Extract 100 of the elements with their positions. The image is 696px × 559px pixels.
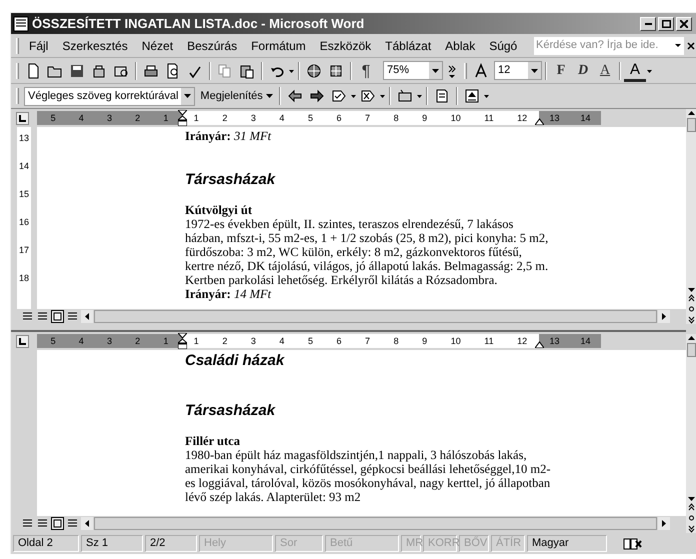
ruler-number: 1 <box>163 336 168 346</box>
status-item: 2/2 <box>145 535 197 552</box>
tab-selector-button[interactable] <box>16 334 29 348</box>
ruler-number: 9 <box>422 336 428 346</box>
scroll-right-icon[interactable] <box>658 517 670 530</box>
print-icon <box>143 62 159 78</box>
status-item: Magyar <box>527 535 607 552</box>
horizontal-scroll-thumb[interactable] <box>94 517 657 530</box>
vertical-scrollbar[interactable] <box>686 334 696 533</box>
horizontal-scroll-thumb[interactable] <box>94 310 657 323</box>
ruler-number: 3 <box>106 336 112 346</box>
vertical-scrollbar[interactable] <box>686 109 696 324</box>
print-view-icon[interactable] <box>51 310 64 323</box>
more-buttons-icon[interactable] <box>447 62 457 78</box>
menu-item[interactable]: Ablak <box>438 36 482 54</box>
menu-item[interactable]: Szerkesztés <box>55 36 135 54</box>
show-menu-button[interactable]: Megjelenítés <box>197 86 276 106</box>
menu-item[interactable]: Beszúrás <box>180 36 244 54</box>
close-icon <box>680 20 688 28</box>
caret-icon <box>675 44 681 47</box>
ruler-number: 18 <box>18 272 29 285</box>
ruler-number: 13 <box>549 114 560 122</box>
menu-item[interactable]: Fájl <box>22 36 56 54</box>
status-item: BŐV <box>459 535 489 552</box>
zoom-combo[interactable]: 75% <box>383 61 443 80</box>
listing-title: Kútvölgyi út <box>185 203 252 217</box>
ruler-number: 5 <box>308 114 313 122</box>
scroll-thumb[interactable] <box>686 118 696 132</box>
section-heading: Társasházak <box>185 402 276 420</box>
ruler-number: 1 <box>194 336 199 346</box>
close-icon[interactable] <box>687 42 695 50</box>
comment-icon <box>396 88 413 104</box>
status-item: MR <box>401 535 421 552</box>
section-heading: Társasházak <box>185 171 276 189</box>
font-size-combo[interactable]: 12 <box>494 61 542 80</box>
print-view-icon[interactable] <box>51 517 64 530</box>
display-mode-combo[interactable]: Végleges szöveg korrektúrával <box>24 86 196 106</box>
ruler-number: 11 <box>484 114 494 122</box>
indent-marker-icon[interactable] <box>178 110 187 126</box>
right-indent-icon[interactable] <box>535 118 544 125</box>
paragraph-marks-button[interactable]: ¶ <box>355 60 377 82</box>
browse-buttons-icon[interactable] <box>686 294 696 324</box>
minimize-button[interactable] <box>640 16 656 30</box>
scroll-up-icon[interactable] <box>686 334 696 343</box>
status-item: Betű <box>325 535 399 552</box>
listing-description: 1980-ban épült ház magasföldszintjén,1 nappali, 3 hálószobás lakás, amerikai konyhával, cirkófűtéssel, gépkocsi beállási lehetőséggel,10 m2- es loggiával, tárolóval, közös mosókonyhával, nagy kerttel, jó állapotban lévő szép lakás. Alapterület: 93 m2 <box>185 448 551 504</box>
menu-item[interactable]: Eszközök <box>312 36 378 54</box>
tab-stop-icon <box>19 114 26 122</box>
ruler-number: 16 <box>18 216 29 229</box>
tables-icon <box>328 62 344 78</box>
browse-buttons-icon[interactable] <box>686 503 696 533</box>
spelling-status-icon <box>623 536 643 550</box>
menu-item[interactable]: Formátum <box>244 36 313 54</box>
ruler-number: 5 <box>50 336 56 346</box>
ruler-number: 3 <box>250 114 256 122</box>
window-title: ÖSSZESÍTETT INGATLAN LISTA.doc - Microsoft Word <box>32 14 366 33</box>
scroll-right-icon[interactable] <box>658 310 670 323</box>
scroll-up-icon[interactable] <box>686 109 696 118</box>
menu-item[interactable]: Nézet <box>134 36 180 54</box>
ruler-number: 8 <box>394 336 399 346</box>
ruler-number: 1 <box>163 114 168 122</box>
ruler-number: 11 <box>484 336 494 346</box>
ruler-number: 4 <box>78 336 84 346</box>
ruler-number: 5 <box>50 114 56 122</box>
ruler-number: 2 <box>222 114 228 122</box>
scroll-down-icon[interactable] <box>686 494 696 503</box>
status-item: Hely <box>199 535 273 552</box>
ruler-number: 17 <box>18 244 29 257</box>
reject-icon <box>360 88 376 104</box>
right-indent-icon[interactable] <box>535 341 544 348</box>
permission-icon <box>91 62 107 78</box>
ruler-number: 13 <box>18 132 29 145</box>
ruler-number: 12 <box>517 336 528 346</box>
tab-stop-icon <box>19 338 26 344</box>
ruler-number: 2 <box>135 114 140 122</box>
ruler-number: 14 <box>580 114 590 122</box>
indent-marker-icon[interactable] <box>178 333 187 349</box>
maximize-button[interactable] <box>658 16 674 30</box>
ruler-number: 7 <box>365 114 370 122</box>
scroll-down-icon[interactable] <box>686 285 696 294</box>
menu-item[interactable]: Súgó <box>482 36 524 54</box>
scroll-left-icon[interactable] <box>81 310 93 323</box>
accept-icon <box>330 88 347 104</box>
underline-button[interactable]: A <box>594 60 616 82</box>
ruler-number: 14 <box>580 336 590 346</box>
italic-button[interactable]: D <box>572 60 594 82</box>
status-item: Oldal 2 <box>13 535 79 552</box>
tab-selector-button[interactable] <box>16 112 29 124</box>
scroll-left-icon[interactable] <box>81 517 93 530</box>
listing-title: Fillér utca <box>185 434 240 448</box>
menu-item[interactable]: Táblázat <box>378 36 438 54</box>
status-item: Sor <box>275 535 323 552</box>
minimize-icon <box>644 22 652 24</box>
ruler-number: 6 <box>336 114 342 122</box>
scroll-thumb[interactable] <box>686 343 696 357</box>
ruler-number: 15 <box>18 188 29 201</box>
font-color-button[interactable]: A <box>624 60 646 82</box>
close-button[interactable] <box>676 16 692 30</box>
bold-button[interactable]: F <box>550 60 572 82</box>
section-heading: Családi házak <box>185 352 284 370</box>
